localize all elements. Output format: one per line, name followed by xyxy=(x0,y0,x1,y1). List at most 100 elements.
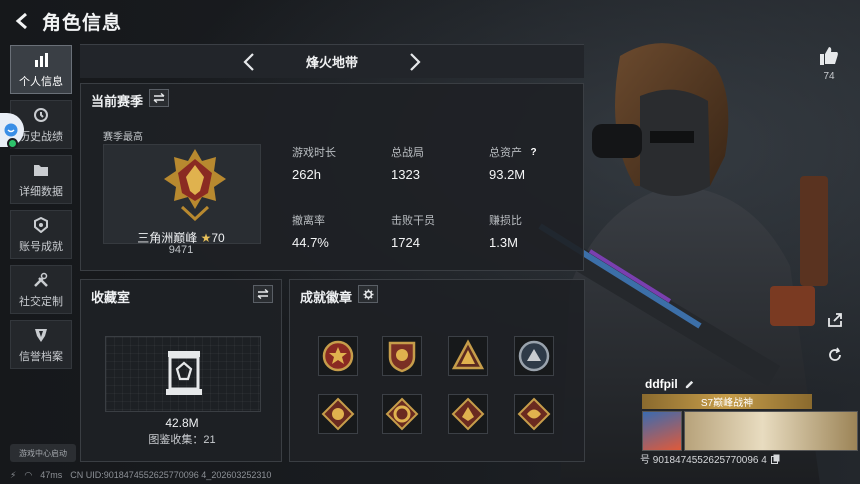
beast-diamond-icon xyxy=(321,397,355,431)
status-uid: CN UID:9018474552625770096 4_20260325231… xyxy=(70,470,272,480)
stat-label: 游戏时长 xyxy=(292,147,336,159)
player-uid-row: 号 9018474552625770096 4 xyxy=(640,451,781,466)
gear-diamond-icon xyxy=(385,397,419,431)
sidebar-item-label: 个人信息 xyxy=(19,75,63,88)
circle-emblem-icon xyxy=(518,340,550,372)
badge-shield-medal[interactable] xyxy=(380,334,424,378)
collection-count: 图鉴收集：21 xyxy=(148,434,216,446)
vault-display[interactable] xyxy=(105,336,261,412)
collection-value: 42.8M xyxy=(165,416,199,430)
badge-settings-button[interactable] xyxy=(358,285,378,303)
swap-season-button[interactable] xyxy=(149,89,169,107)
wrench-icon xyxy=(31,271,51,289)
stat-label: 击败干员 xyxy=(391,215,435,227)
sidebar-item-personal-info[interactable]: 个人信息 xyxy=(10,45,72,94)
sidebar-item-detailed-data[interactable]: 详细数据 xyxy=(10,155,72,204)
mode-title: 烽火地带 xyxy=(305,55,358,70)
season-title: 当前赛季 xyxy=(91,94,144,109)
help-question-icon[interactable]: ? xyxy=(527,146,540,159)
stat-label: 撤离率 xyxy=(292,215,325,227)
player-name-row: ddfpil xyxy=(645,377,696,391)
collection-title: 收藏室 xyxy=(91,290,131,305)
stat-value: 44.7% xyxy=(292,235,329,250)
rank-stars: 70 xyxy=(211,231,225,245)
edit-pencil-icon[interactable] xyxy=(684,378,696,390)
swap-arrows-icon xyxy=(153,93,165,103)
badges-title: 成就徽章 xyxy=(300,290,353,305)
badge-dragon-diamond[interactable] xyxy=(512,392,556,436)
refresh-button[interactable] xyxy=(822,342,848,368)
rank-score: 9471 xyxy=(168,244,194,256)
stat-profit-loss-ratio: 赚损比 1.3M xyxy=(489,212,522,250)
stat-extraction-rate: 撤离率 44.7% xyxy=(292,212,329,250)
badge-circle-emblem[interactable] xyxy=(512,334,556,378)
mode-selector: 烽火地带 xyxy=(80,44,584,78)
sidebar-item-social-custom[interactable]: 社交定制 xyxy=(10,265,72,314)
triangle-medal-icon xyxy=(451,339,485,370)
badge-beast-diamond[interactable] xyxy=(316,392,360,436)
stat-value: 262h xyxy=(292,167,321,182)
player-title-banner[interactable]: S7巅峰战神 xyxy=(642,394,812,409)
sidebar-item-reputation[interactable]: 信誉档案 xyxy=(10,320,72,369)
stat-label: 总战局 xyxy=(391,147,424,159)
next-mode-chevron-right-icon[interactable] xyxy=(404,51,426,73)
avatar[interactable] xyxy=(642,411,682,451)
assistant-icon xyxy=(4,123,18,137)
name-card-art[interactable] xyxy=(684,411,858,451)
status-bar: ⚡ ◠ 47ms CN UID:9018474552625770096 4_20… xyxy=(0,466,860,484)
share-icon xyxy=(828,313,842,327)
game-center-label: 游戏中心启动 xyxy=(19,448,67,458)
stat-label: 赚损比 xyxy=(489,215,522,227)
stat-value: 1724 xyxy=(391,235,420,250)
season-best-label: 赛季最高 xyxy=(103,132,143,143)
collection-room-panel: 收藏室 42.8M 图鉴收集：21 xyxy=(80,279,282,462)
share-button[interactable] xyxy=(822,307,848,333)
star-icon: ★ xyxy=(200,231,212,245)
game-center-button[interactable]: 游戏中心启动 xyxy=(10,444,76,462)
badge-star-medal[interactable] xyxy=(316,334,360,378)
stat-label: 总资产 xyxy=(489,147,522,159)
sidebar-item-label: 信誉档案 xyxy=(19,350,63,363)
refresh-icon xyxy=(829,347,841,361)
lightning-icon: ⚡ xyxy=(10,469,17,480)
stat-operators-defeated: 击败干员 1724 xyxy=(391,212,435,250)
sidebar-item-label: 社交定制 xyxy=(19,295,63,308)
copy-icon[interactable] xyxy=(771,454,781,464)
badge-gear-diamond[interactable] xyxy=(380,392,424,436)
badge-triangle-medal[interactable] xyxy=(446,334,490,378)
player-title: S7巅峰战神 xyxy=(700,398,754,409)
wolf-diamond-icon xyxy=(451,397,485,431)
sidebar-item-label: 账号成就 xyxy=(19,240,63,253)
swap-collection-button[interactable] xyxy=(253,285,273,303)
like-count: 74 xyxy=(823,71,835,82)
back-arrow-icon[interactable] xyxy=(8,6,38,36)
player-uid: 号 9018474552625770096 4 xyxy=(640,455,767,466)
achievement-badges-panel: 成就徽章 xyxy=(289,279,585,462)
wifi-icon: ◠ xyxy=(24,469,33,480)
online-indicator xyxy=(7,138,18,149)
rank-emblem-icon xyxy=(164,149,226,221)
display-case-icon xyxy=(166,351,202,395)
history-icon xyxy=(31,106,51,124)
stat-total-assets: 总资产? 93.2M xyxy=(489,144,540,183)
sidebar-item-label: 历史战绩 xyxy=(19,130,63,143)
stat-total-matches: 总战局 1323 xyxy=(391,144,424,182)
stat-value: 1323 xyxy=(391,167,420,182)
badge-wolf-diamond[interactable] xyxy=(446,392,490,436)
page-title: 角色信息 xyxy=(42,12,123,34)
dragon-diamond-icon xyxy=(517,397,551,431)
sidebar-nav: 个人信息 历史战绩 详细数据 账号成就 社交定制 信誉档案 xyxy=(10,45,72,375)
sidebar-item-achievements[interactable]: 账号成就 xyxy=(10,210,72,259)
current-season-panel: 当前赛季 赛季最高 三角洲巅峰 ★70 9471 游戏时长 262h 总战局 1… xyxy=(80,83,584,271)
thumbs-up-icon xyxy=(820,47,838,65)
ping-value: 47ms xyxy=(40,470,63,480)
header: 角色信息 xyxy=(0,0,600,42)
folder-icon xyxy=(31,161,51,179)
prev-mode-chevron-left-icon[interactable] xyxy=(238,51,260,73)
like-button[interactable] xyxy=(814,44,844,68)
shield-icon xyxy=(31,326,51,344)
stat-play-time: 游戏时长 262h xyxy=(292,144,336,182)
sidebar-item-label: 详细数据 xyxy=(19,185,63,198)
player-name: ddfpil xyxy=(645,377,678,391)
stat-value: 1.3M xyxy=(489,235,518,250)
